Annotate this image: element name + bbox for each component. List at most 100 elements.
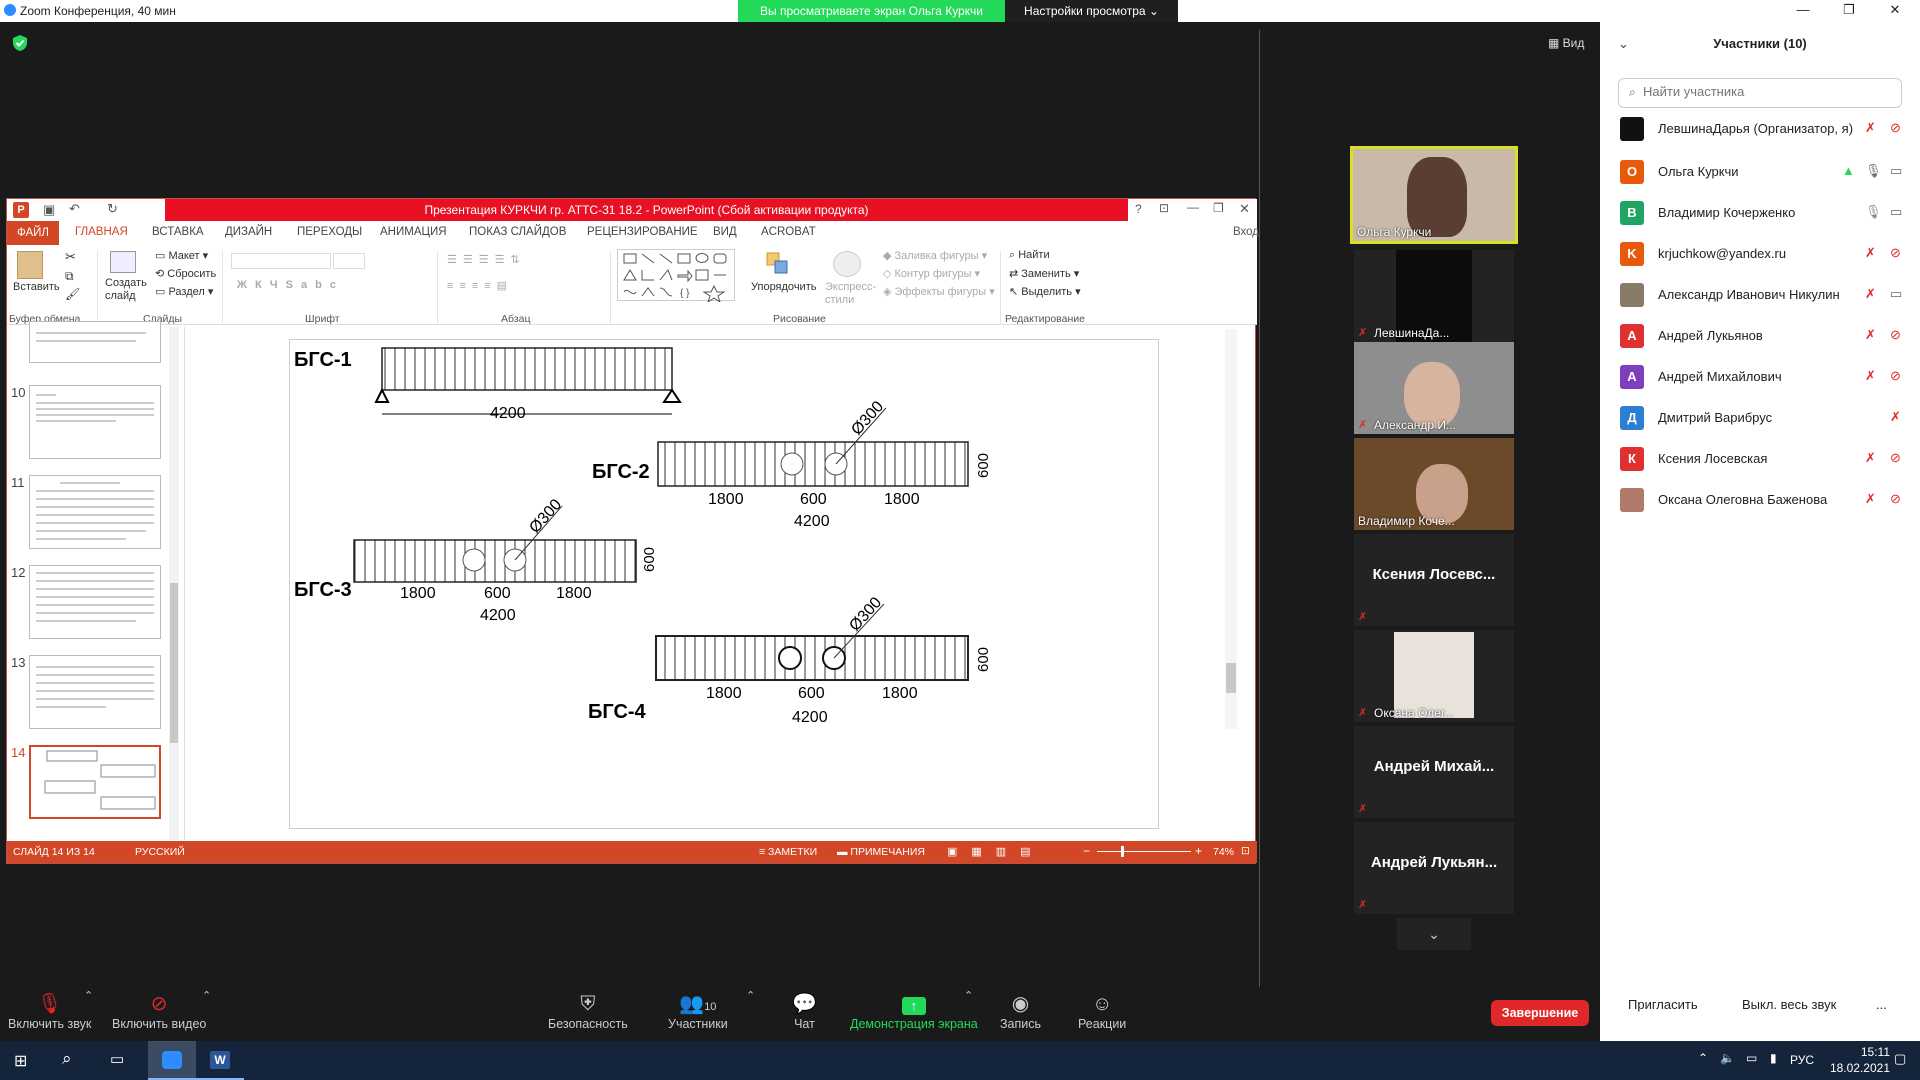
paste-icon[interactable]	[17, 251, 43, 279]
mic-off-icon[interactable]: ✗	[1865, 368, 1876, 384]
participant-search[interactable]: ⌕	[1618, 78, 1902, 108]
video-tile[interactable]: Владимир Коче...	[1354, 438, 1514, 530]
mic-off-icon[interactable]: ✗	[1865, 327, 1876, 343]
tab-transitions[interactable]: ПЕРЕХОДЫ	[297, 226, 362, 238]
shape-fill-button[interactable]: ◆ Заливка фигуры ▾	[883, 249, 987, 262]
more-options-button[interactable]: ...	[1876, 997, 1887, 1012]
participant-row[interactable]: А Андрей Михайлович ✗ ⊘	[1620, 359, 1910, 395]
video-tile-active[interactable]: Ольга Куркчи	[1350, 146, 1518, 244]
help-icon[interactable]: ?	[1135, 202, 1142, 216]
slide-thumbnail[interactable]	[29, 655, 161, 729]
participant-row[interactable]: А Андрей Лукьянов ✗ ⊘	[1620, 318, 1910, 354]
volume-icon[interactable]: 🔈	[1720, 1051, 1735, 1065]
video-tile[interactable]: Андрей Михай... ✗	[1354, 726, 1514, 818]
participant-search-input[interactable]	[1643, 84, 1893, 99]
end-meeting-button[interactable]: Завершение	[1491, 1000, 1589, 1026]
view-settings-button[interactable]: Настройки просмотра ⌄	[1005, 0, 1178, 22]
video-tile[interactable]: ✗ Александр И...	[1354, 342, 1514, 434]
ribbon-display-icon[interactable]: ⊡	[1159, 201, 1169, 215]
reactions-button[interactable]: ☺ Реакции	[1078, 991, 1126, 1031]
camera-on-icon[interactable]: ▭	[1890, 163, 1902, 179]
network-icon[interactable]: ▭	[1746, 1051, 1757, 1065]
camera-off-icon[interactable]: ⊘	[1890, 368, 1901, 384]
section-button[interactable]: ▭ Раздел ▾	[155, 285, 213, 298]
find-button[interactable]: ⌕ Найти	[1009, 249, 1050, 262]
copy-icon[interactable]: ⧉	[65, 269, 74, 284]
quick-styles-icon[interactable]	[833, 251, 861, 277]
zoom-slider[interactable]	[1097, 851, 1191, 852]
font-name-select[interactable]	[231, 253, 331, 269]
clock[interactable]: 15:11 18.02.2021	[1810, 1044, 1890, 1076]
camera-on-icon[interactable]: ▭	[1890, 286, 1902, 302]
paste-button[interactable]: Вставить	[13, 281, 60, 293]
arrange-button[interactable]: Упорядочить	[751, 281, 816, 293]
restore-button[interactable]: ❐	[1826, 0, 1872, 22]
slide-scrollbar-thumb[interactable]	[1226, 663, 1236, 693]
cut-icon[interactable]: ✂	[65, 249, 76, 265]
save-icon[interactable]: ▣	[43, 202, 55, 218]
quick-styles-button[interactable]: Экспресс-стили	[825, 281, 876, 307]
participant-row[interactable]: К Ксения Лосевская ✗ ⊘	[1620, 441, 1910, 477]
participant-row[interactable]: Д Дмитрий Варибрус ✗	[1620, 400, 1910, 436]
camera-off-icon[interactable]: ⊘	[1890, 327, 1901, 343]
video-options-caret[interactable]: ⌃	[202, 989, 211, 1002]
font-format-buttons[interactable]: ЖКЧSabc	[237, 279, 344, 291]
font-size-select[interactable]	[333, 253, 365, 269]
close-button[interactable]: ✕	[1872, 0, 1918, 22]
fit-slide-icon[interactable]: ⊡	[1241, 845, 1250, 857]
tray-chevron-icon[interactable]: ⌃	[1698, 1051, 1708, 1065]
participant-row[interactable]: Kkrjuchkow@yandex.ru ✗ ⊘	[1620, 236, 1910, 272]
tab-review[interactable]: РЕЦЕНЗИРОВАНИЕ	[587, 226, 698, 238]
slide-canvas[interactable]: БГС-1 4200 БГС-2 Ø300 600 1800 600 1800 …	[289, 339, 1159, 829]
comments-button[interactable]: ▬ ПРИМЕЧАНИЯ	[837, 846, 925, 858]
thumb-scrollbar[interactable]	[169, 327, 179, 840]
tab-insert[interactable]: ВСТАВКА	[152, 226, 204, 238]
zoom-level[interactable]: 74%	[1213, 846, 1234, 858]
tab-file[interactable]: ФАЙЛ	[7, 221, 59, 245]
mic-off-icon[interactable]: ✗	[1865, 245, 1876, 261]
replace-button[interactable]: ⇄ Заменить ▾	[1009, 267, 1079, 280]
select-button[interactable]: ↖ Выделить ▾	[1009, 285, 1081, 298]
camera-off-icon[interactable]: ⊘	[1890, 120, 1901, 136]
security-button[interactable]: ⛨ Безопасность	[548, 991, 628, 1031]
search-icon[interactable]: ⌕	[62, 1049, 72, 1069]
mute-all-button[interactable]: Выкл. весь звук	[1742, 997, 1836, 1012]
tab-home[interactable]: ГЛАВНАЯ	[75, 226, 128, 238]
zoom-out-button[interactable]: −	[1083, 844, 1090, 858]
camera-on-icon[interactable]: ▭	[1890, 204, 1902, 220]
slide-scrollbar[interactable]	[1225, 329, 1237, 729]
slide-thumbnail[interactable]	[29, 565, 161, 639]
participant-row[interactable]: Александр Иванович Никулин ✗ ▭	[1620, 277, 1910, 313]
shapes-gallery[interactable]: { }	[617, 249, 735, 304]
tab-acrobat[interactable]: ACROBAT	[761, 226, 816, 238]
camera-off-icon[interactable]: ⊘	[1890, 491, 1901, 507]
shape-effects-button[interactable]: ◈ Эффекты фигуры ▾	[883, 285, 995, 298]
participants-button[interactable]: 👥10 Участники	[668, 991, 728, 1031]
audio-options-caret[interactable]: ⌃	[84, 989, 93, 1002]
layout-button[interactable]: ▭ Макет ▾	[155, 249, 208, 262]
login-link[interactable]: Вход	[1233, 226, 1259, 238]
tab-view[interactable]: ВИД	[713, 226, 737, 238]
unmute-button[interactable]: 🎙 Включить звук	[8, 991, 91, 1031]
ppt-close-button[interactable]: ✕	[1239, 201, 1250, 217]
ppt-minimize-button[interactable]: —	[1187, 200, 1199, 214]
mic-off-icon[interactable]: ✗	[1890, 409, 1901, 425]
slide-thumbnail-selected[interactable]	[29, 745, 161, 819]
participant-row[interactable]: В Владимир Кочерженко 🎙 ▭	[1620, 195, 1910, 231]
mic-on-icon[interactable]: 🎙	[1865, 204, 1882, 220]
slide-thumbnail[interactable]	[29, 475, 161, 549]
tab-design[interactable]: ДИЗАЙН	[225, 226, 272, 238]
redo-icon[interactable]: ↻	[107, 201, 118, 217]
task-view-icon[interactable]: ▭	[110, 1050, 124, 1068]
arrange-icon[interactable]	[765, 251, 791, 277]
zoom-taskbar-app[interactable]	[148, 1041, 196, 1080]
participants-options-caret[interactable]: ⌃	[746, 989, 755, 1002]
notifications-icon[interactable]: ▢	[1894, 1051, 1906, 1067]
shape-outline-button[interactable]: ◇ Контур фигуры ▾	[883, 267, 980, 280]
share-screen-button[interactable]: ↑ Демонстрация экрана	[850, 991, 978, 1031]
paragraph-align-buttons[interactable]: ≡≡≡≡▤	[447, 279, 513, 292]
word-taskbar-app[interactable]: W	[196, 1041, 244, 1080]
view-toggle-button[interactable]: ▦ Вид	[1548, 36, 1584, 50]
share-options-caret[interactable]: ⌃	[964, 989, 973, 1002]
start-video-button[interactable]: ⊘ Включить видео	[112, 991, 206, 1031]
